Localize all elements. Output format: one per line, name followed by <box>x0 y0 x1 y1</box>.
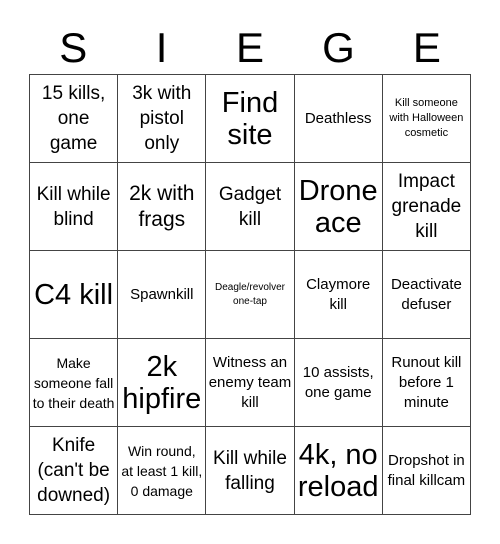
bingo-cell[interactable]: Deactivate defuser <box>382 251 471 339</box>
bingo-cell[interactable]: Deagle/revolver one-tap <box>206 251 295 339</box>
bingo-cell[interactable]: Kill while blind <box>30 163 119 251</box>
bingo-cell[interactable]: Deathless <box>294 75 383 163</box>
bingo-cell[interactable]: Spawnkill <box>118 251 207 339</box>
title-letter: I <box>155 24 168 71</box>
bingo-cell[interactable]: 10 assists, one game <box>294 339 383 427</box>
bingo-cell[interactable]: Find site <box>206 75 295 163</box>
bingo-cell[interactable]: Knife (can't be downed) <box>30 427 119 515</box>
bingo-cell[interactable]: Drone ace <box>294 163 383 251</box>
title-letter: E <box>236 24 265 71</box>
bingo-cell[interactable]: Dropshot in final killcam <box>382 427 471 515</box>
bingo-cell[interactable]: 2k hipfire <box>118 339 207 427</box>
bingo-cell[interactable]: Kill while falling <box>206 427 295 515</box>
title-letter: G <box>322 24 355 71</box>
bingo-cell[interactable]: Gadget kill <box>206 163 295 251</box>
bingo-cell[interactable]: 3k with pistol only <box>118 75 207 163</box>
bingo-title: S I E G E <box>29 22 471 74</box>
bingo-cell[interactable]: 2k with frags <box>118 163 207 251</box>
bingo-cell[interactable]: Kill someone with Halloween cosmetic <box>382 75 471 163</box>
bingo-cell[interactable]: Runout kill before 1 minute <box>382 339 471 427</box>
bingo-cell[interactable]: Witness an enemy team kill <box>206 339 295 427</box>
bingo-cell[interactable]: Make someone fall to their death <box>30 339 119 427</box>
bingo-cell[interactable]: C4 kill <box>30 251 119 339</box>
title-letter: E <box>412 24 441 71</box>
bingo-cell[interactable]: Claymore kill <box>294 251 383 339</box>
bingo-cell[interactable]: 15 kills, one game <box>30 75 119 163</box>
bingo-cell[interactable]: 4k, no reload <box>294 427 383 515</box>
bingo-cell[interactable]: Impact grenade kill <box>382 163 471 251</box>
bingo-cell[interactable]: Win round, at least 1 kill, 0 damage <box>118 427 207 515</box>
title-letter: S <box>59 24 88 71</box>
bingo-grid: 15 kills, one game 3k with pistol only Fin… <box>29 74 471 515</box>
